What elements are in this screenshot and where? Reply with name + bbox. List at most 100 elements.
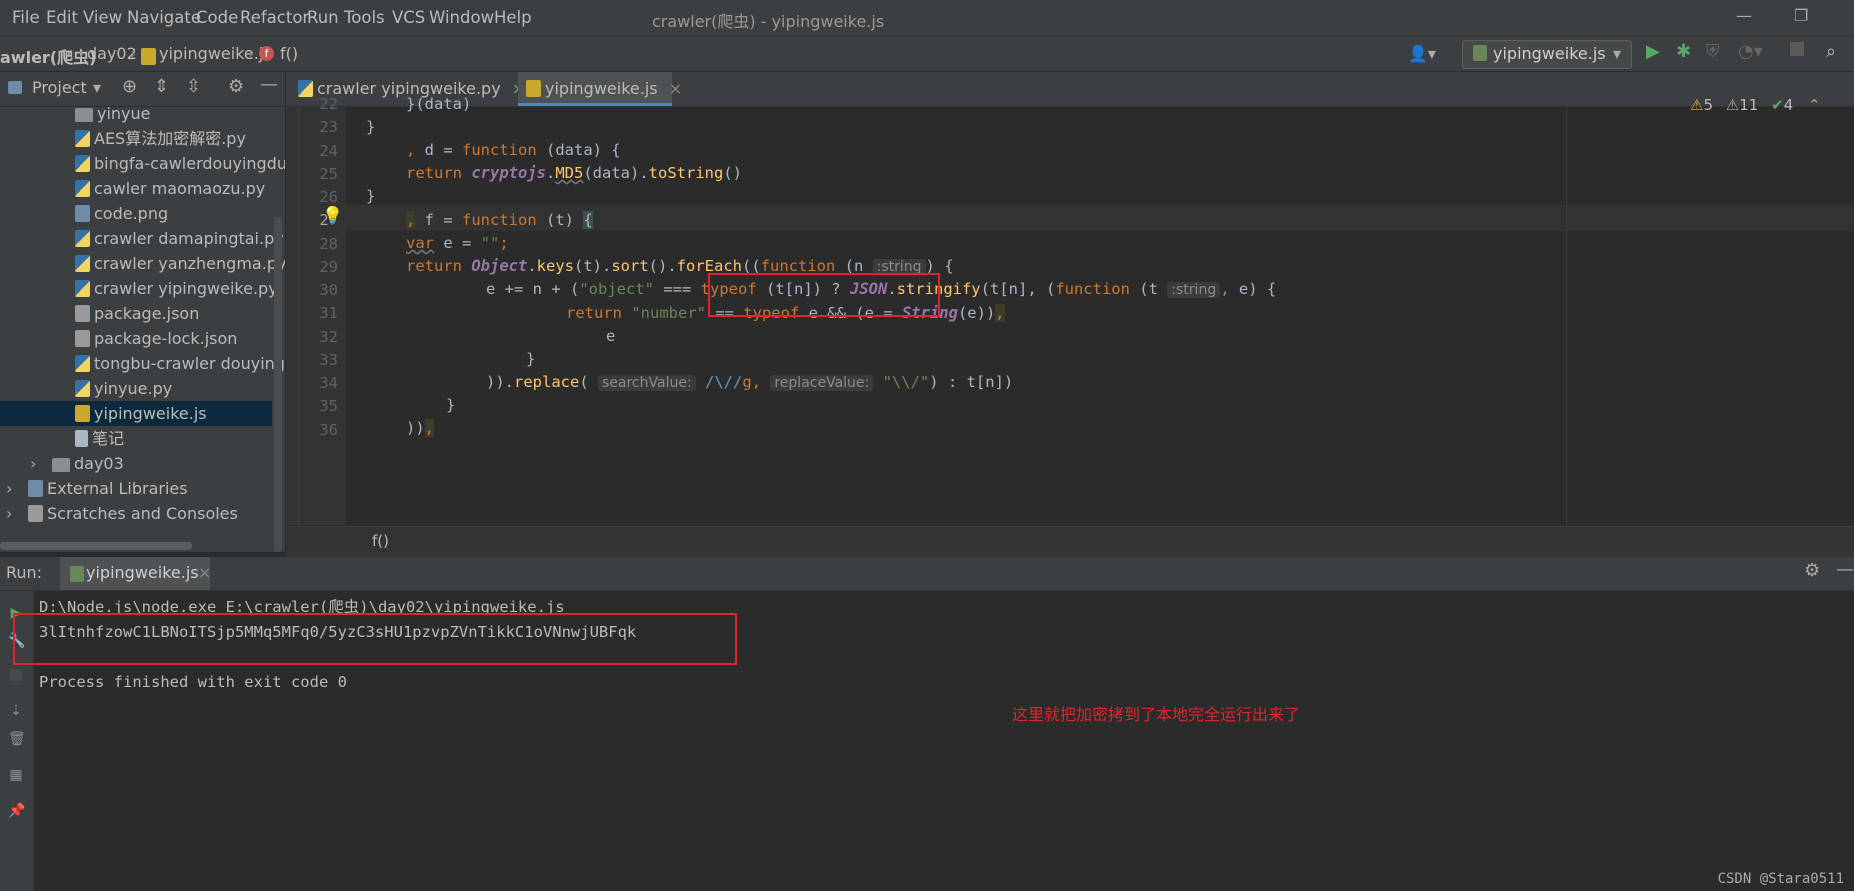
coverage-icon[interactable]: ⛨ <box>1706 41 1720 62</box>
menu-vcs[interactable]: VCS <box>392 8 425 27</box>
tree-item-label: bingfa-cawlerdouyingduan <box>94 154 285 173</box>
menu-view[interactable]: View <box>83 8 122 27</box>
inspection-widget[interactable]: ⚠5 ⚠11 ✔4 ⌃ <box>1690 96 1821 114</box>
trash-icon[interactable]: 🗑 <box>8 731 26 747</box>
line-number: 31 <box>319 304 338 323</box>
tree-item[interactable]: › Scratches and Consoles <box>0 501 272 526</box>
console-exit-message: Process finished with exit code 0 <box>39 673 347 691</box>
line-number: 33 <box>319 350 338 369</box>
tree-item[interactable]: crawler yanzhengma.py <box>0 251 285 276</box>
python-file-icon <box>75 230 90 247</box>
tree-item[interactable]: AES算法加密解密.py <box>0 126 272 151</box>
close-icon[interactable]: × <box>198 563 211 582</box>
run-tab[interactable]: yipingweike.js × <box>60 557 211 590</box>
run-configuration-label: yipingweike.js <box>1493 44 1606 63</box>
hide-icon[interactable]: — <box>260 74 278 95</box>
project-icon <box>8 81 22 94</box>
collapse-all-icon[interactable]: ⇳ <box>186 76 201 97</box>
python-file-icon <box>75 280 90 297</box>
project-panel-header: Project ▾ ⊕ ⇕ ⇳ ⚙ — <box>0 72 285 107</box>
menu-bar: File Edit View Navigate Code Refactor Ru… <box>0 0 1854 37</box>
tree-item-label: crawler damapingtai.py <box>94 229 284 248</box>
param-hint: searchValue: <box>598 375 696 391</box>
search-icon[interactable]: ⌕ <box>1826 41 1836 62</box>
chevron-up-icon[interactable]: ⌃ <box>1808 96 1821 114</box>
chevron-right-icon[interactable]: › <box>6 501 12 526</box>
hide-icon[interactable]: — <box>1836 559 1854 580</box>
locate-icon[interactable]: ⊕ <box>122 76 137 97</box>
python-file-icon <box>75 180 90 197</box>
tree-item[interactable]: tongbu-crawler douyingduan <box>0 351 285 376</box>
breadcrumb-file[interactable]: yipingweike.js <box>159 44 272 63</box>
tree-item[interactable]: 笔记 <box>0 426 272 451</box>
minimize-icon[interactable]: — <box>1736 6 1752 25</box>
menu-code[interactable]: Code <box>196 8 238 27</box>
tree-item[interactable]: code.png <box>0 201 272 226</box>
image-file-icon <box>75 205 90 222</box>
tree-item[interactable]: yinyue <box>0 107 272 126</box>
chevron-right-icon[interactable]: › <box>30 451 36 476</box>
horizontal-scrollbar[interactable] <box>0 542 192 550</box>
line-number: 32 <box>319 327 338 346</box>
tree-item[interactable]: crawler yipingweike.py <box>0 276 278 301</box>
vertical-scrollbar[interactable] <box>274 217 282 552</box>
folder-icon <box>75 108 93 122</box>
breadcrumb-function[interactable]: f() <box>280 44 298 63</box>
stop-icon[interactable] <box>10 669 22 681</box>
tree-item[interactable]: bingfa-cawlerdouyingduan <box>0 151 285 176</box>
close-icon[interactable]: × <box>669 79 682 98</box>
user-icon[interactable]: 👤▾ <box>1408 44 1436 63</box>
lightbulb-icon[interactable]: 💡 <box>322 206 343 226</box>
tree-item[interactable]: yipingweike.js <box>0 401 272 426</box>
menu-refactor[interactable]: Refactor <box>240 8 309 27</box>
chevron-down-icon[interactable]: ▾ <box>93 78 101 97</box>
python-file-icon <box>75 380 90 397</box>
menu-navigate[interactable]: Navigate <box>127 8 201 27</box>
run-configuration-select[interactable]: yipingweike.js ▾ <box>1462 40 1632 69</box>
run-label: Run: <box>6 563 43 582</box>
menu-file[interactable]: File <box>12 8 40 27</box>
line-number: 25 <box>319 164 338 183</box>
run-icon[interactable]: ▶ <box>1646 41 1660 62</box>
tree-item[interactable]: package-lock.json <box>0 326 272 351</box>
tree-item-label: code.png <box>94 204 169 223</box>
code-editor[interactable]: ⚠5 ⚠11 ✔4 ⌃ 💡 }(data) } , d = function (… <box>298 95 1854 525</box>
gear-icon[interactable]: ⚙ <box>1804 560 1820 581</box>
restore-icon[interactable]: ❐ <box>1794 6 1808 25</box>
project-panel-title[interactable]: Project <box>32 78 87 97</box>
run-tool-header: Run: yipingweike.js × ⚙ — <box>0 557 1854 591</box>
layout-icon[interactable]: ▦ <box>8 767 24 783</box>
tree-item[interactable]: package.json <box>0 301 272 326</box>
line-number: 28 <box>319 234 338 253</box>
run-console[interactable]: D:\Node.js\node.exe E:\crawler(爬虫)\day02… <box>13 591 1854 891</box>
profile-icon[interactable]: ◔▾ <box>1738 41 1763 62</box>
tree-item[interactable]: cawler maomaozu.py <box>0 176 272 201</box>
tree-item-label: External Libraries <box>47 479 188 498</box>
expand-all-icon[interactable]: ⇕ <box>154 76 169 97</box>
menu-tools[interactable]: Tools <box>344 8 385 27</box>
gear-icon[interactable]: ⚙ <box>228 76 244 97</box>
breadcrumb-function[interactable]: f() <box>372 532 389 550</box>
stop-icon[interactable] <box>1790 42 1804 56</box>
menu-window[interactable]: Window <box>429 8 494 27</box>
tree-item-label: AES算法加密解密.py <box>94 129 246 148</box>
tree-item[interactable]: › day03 <box>0 451 272 476</box>
tab-yipingweike-js[interactable]: yipingweike.js × <box>518 72 682 106</box>
tree-item-label: Scratches and Consoles <box>47 504 238 523</box>
debug-icon[interactable]: ✱ <box>1676 41 1691 62</box>
scroll-to-end-icon[interactable]: ⇣ <box>8 703 24 719</box>
chevron-right-icon[interactable]: › <box>6 476 12 501</box>
editor-breadcrumb: f() <box>286 526 1854 557</box>
tree-item[interactable]: crawler damapingtai.py <box>0 226 284 251</box>
menu-run[interactable]: Run <box>307 8 339 27</box>
warning-icon: ⚠ <box>1690 96 1704 114</box>
tree-item-label: cawler maomaozu.py <box>94 179 266 198</box>
tree-item[interactable]: yinyue.py <box>0 376 272 401</box>
python-file-icon <box>75 255 90 272</box>
menu-help[interactable]: Help <box>494 8 532 27</box>
menu-edit[interactable]: Edit <box>46 8 78 27</box>
tree-item[interactable]: › External Libraries <box>0 476 272 501</box>
pin-icon[interactable]: 📌 <box>8 803 25 819</box>
ok-count: 4 <box>1783 96 1794 114</box>
annotation-note: 这里就把加密拷到了本地完全运行出来了 <box>1012 705 1301 724</box>
